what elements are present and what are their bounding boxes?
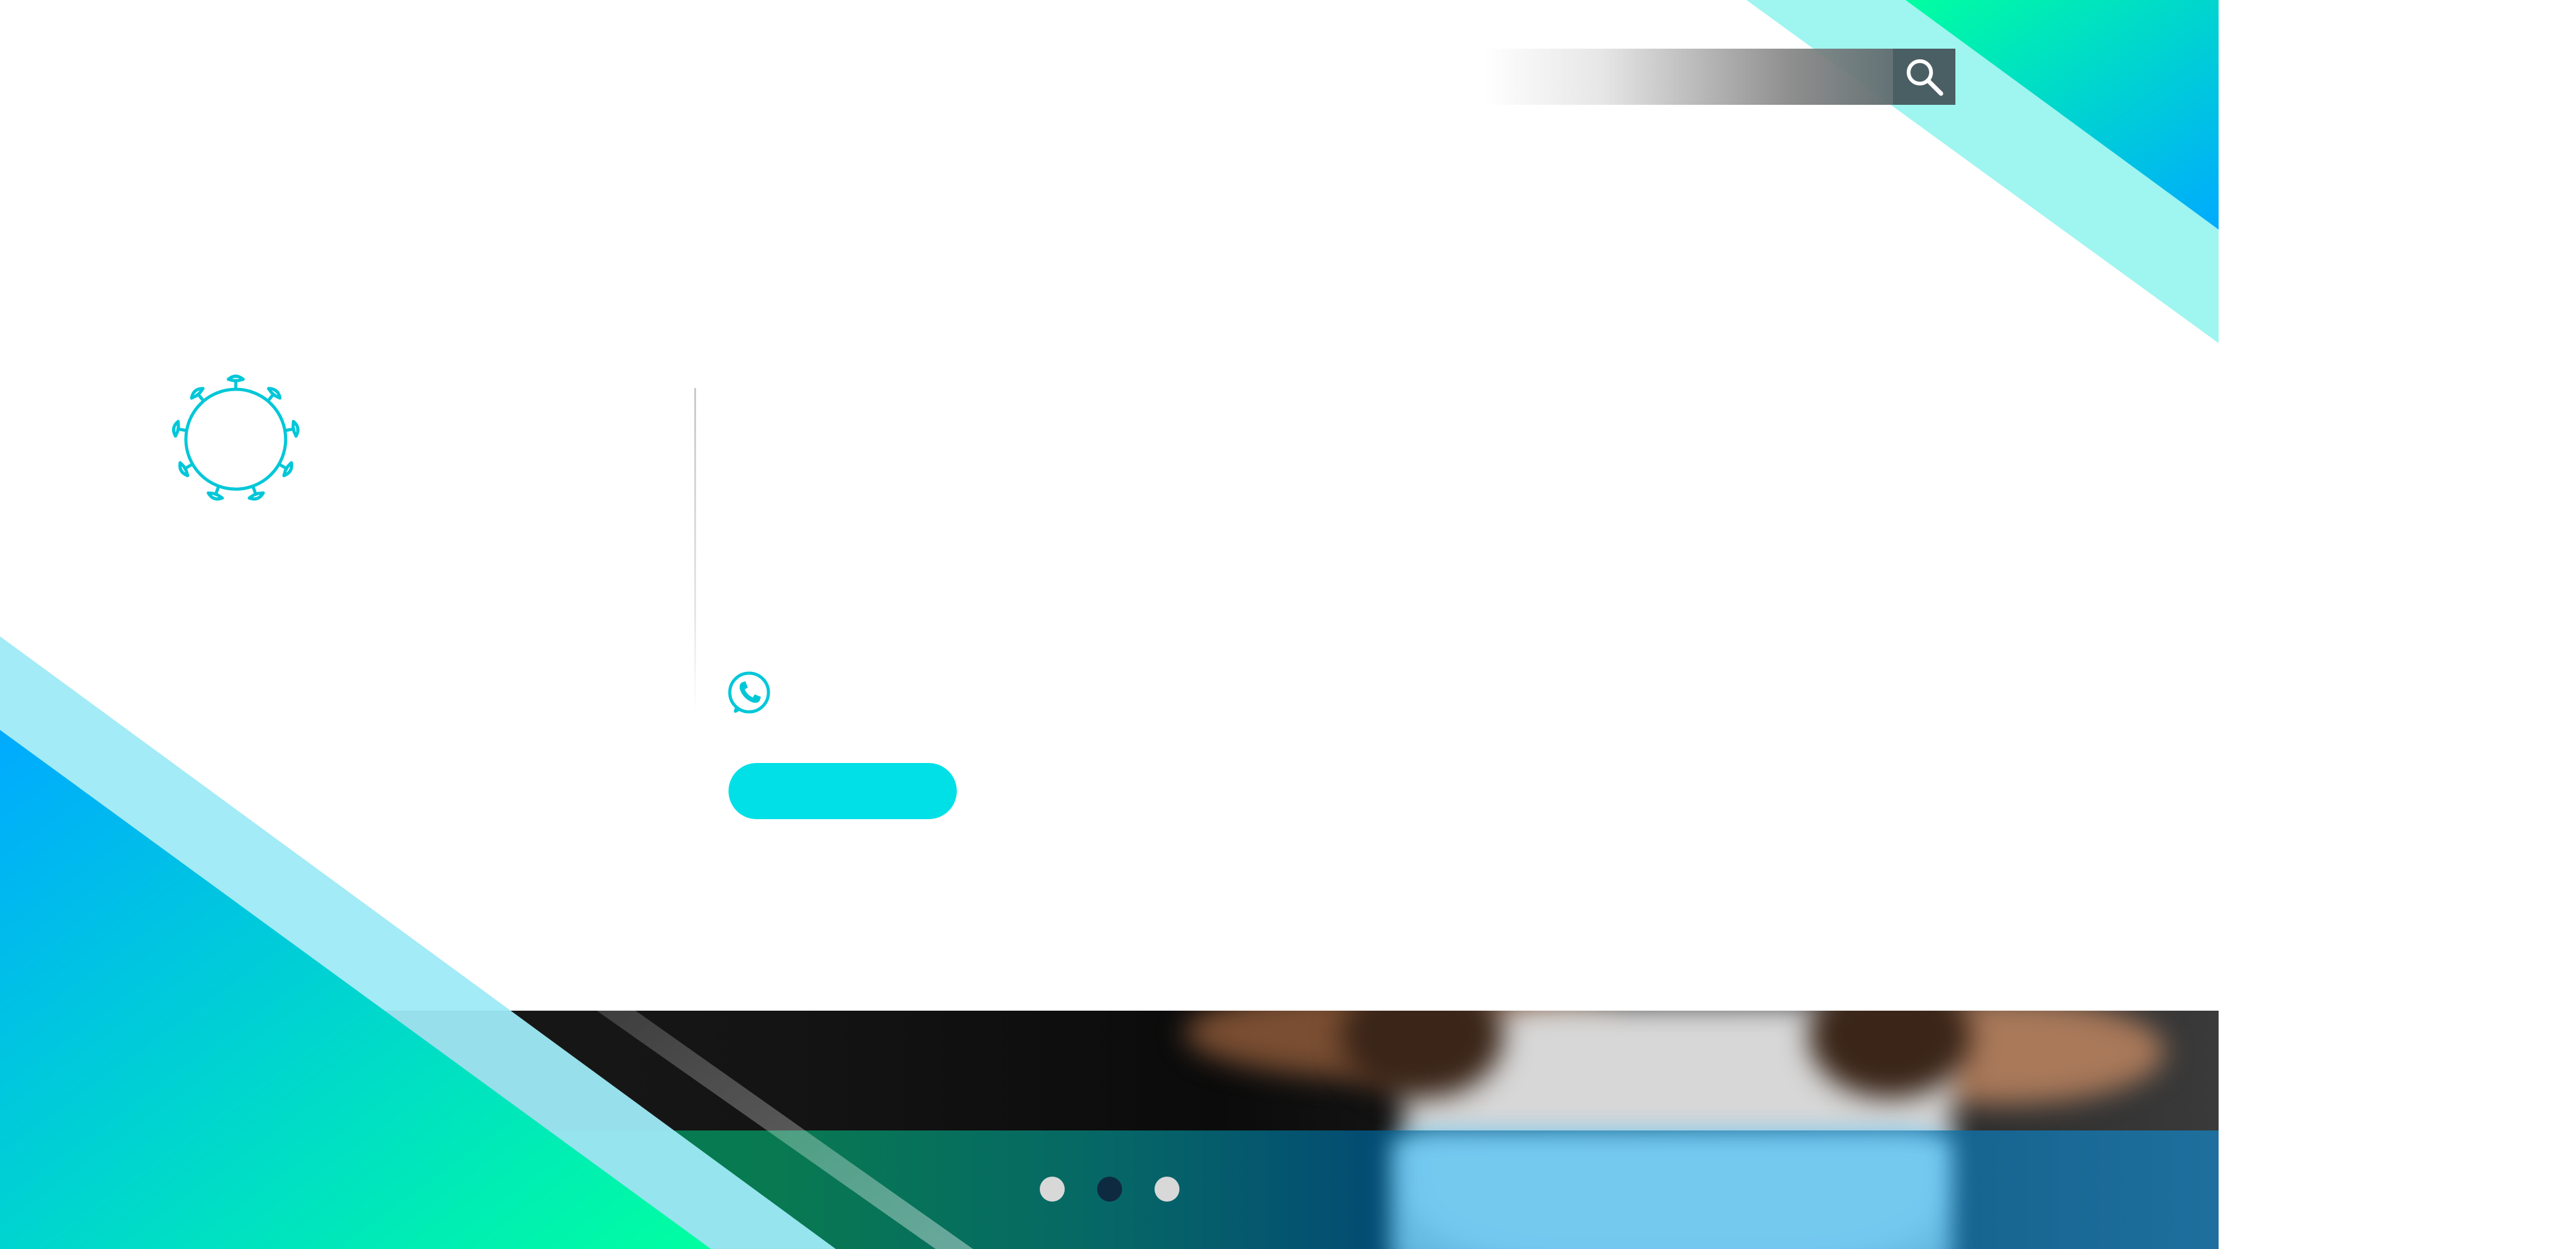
slider-dot-3[interactable] bbox=[1155, 1177, 1179, 1202]
slider-dot-2[interactable] bbox=[1097, 1177, 1122, 1202]
hero-banner bbox=[0, 0, 2219, 1249]
slider-pagination bbox=[1040, 1177, 1179, 1202]
phone-icon bbox=[728, 671, 770, 714]
search-input[interactable] bbox=[1484, 49, 1884, 105]
page bbox=[0, 0, 2576, 1249]
search-bar bbox=[1484, 49, 1955, 105]
search-icon bbox=[1907, 59, 1944, 96]
slider-dot-1[interactable] bbox=[1040, 1177, 1065, 1202]
phone-contact[interactable] bbox=[727, 670, 789, 715]
vertical-divider bbox=[694, 388, 696, 712]
bottom-left-decoration bbox=[0, 636, 973, 1249]
overlay-highlight bbox=[1391, 1130, 1952, 1249]
virus-icon[interactable] bbox=[168, 372, 303, 503]
search-button[interactable] bbox=[1893, 49, 1955, 105]
cta-button[interactable] bbox=[729, 763, 957, 819]
